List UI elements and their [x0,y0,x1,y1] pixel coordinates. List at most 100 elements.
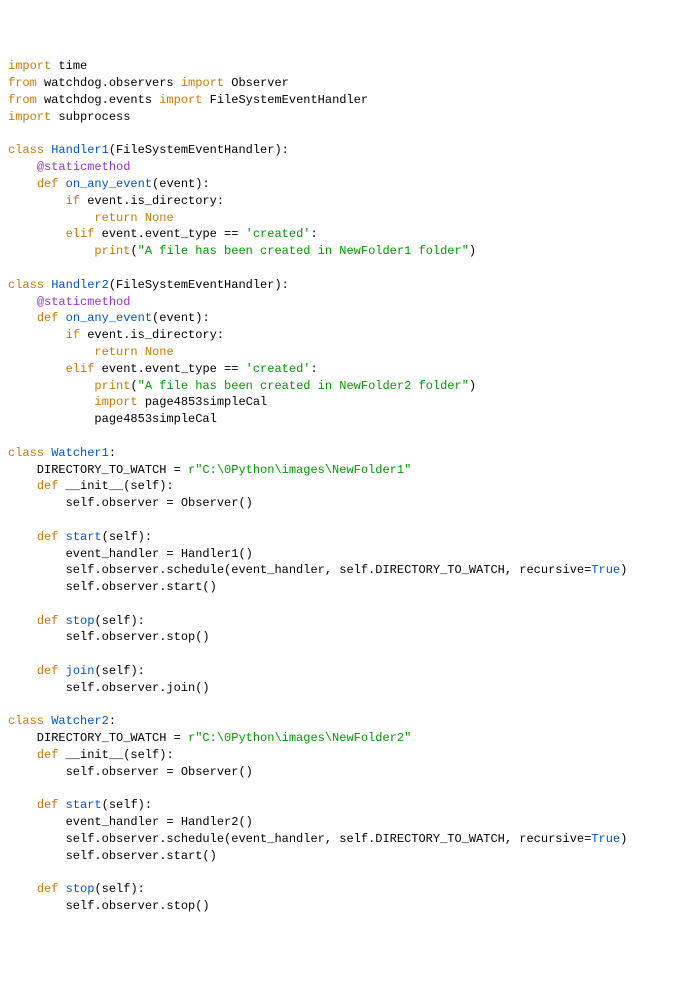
code-token [8,160,37,174]
code-line: import page4853simpleCal [8,394,680,411]
code-token: page4853simpleCal [138,395,268,409]
code-token: (FileSystemEventHandler): [109,278,289,292]
code-token: elif [66,362,95,376]
code-line: return None [8,210,680,227]
code-line: def stop(self): [8,881,680,898]
code-token: def [37,530,59,544]
code-line: self.observer.start() [8,848,680,865]
code-token: (self): [94,614,144,628]
code-token: @staticmethod [37,160,131,174]
code-token: event_handler = Handler2() [8,815,253,829]
code-token: subprocess [51,110,130,124]
code-line: class Watcher1: [8,445,680,462]
code-token [138,345,145,359]
code-token: def [37,311,59,325]
code-token: (event): [152,177,210,191]
code-line [8,512,680,529]
code-token: print [94,379,130,393]
code-token [8,530,37,544]
code-token: ) [620,563,627,577]
code-token: class [8,714,44,728]
code-line: @staticmethod [8,159,680,176]
code-line: print("A file has been created in NewFol… [8,243,680,260]
code-token: import [181,76,224,90]
code-token [58,798,65,812]
code-token: self.observer.start() [8,849,217,863]
code-block: import timefrom watchdog.observers impor… [8,58,680,915]
code-token: stop [66,614,95,628]
code-token: Watcher1 [51,446,109,460]
code-line: def stop(self): [8,613,680,630]
code-token: return [94,345,137,359]
code-token [8,395,94,409]
code-line: self.observer.stop() [8,898,680,915]
code-token: : [310,362,317,376]
code-line: if event.is_directory: [8,193,680,210]
code-line: event_handler = Handler2() [8,814,680,831]
code-token: watchdog.observers [37,76,181,90]
code-token: stop [66,882,95,896]
code-line [8,865,680,882]
code-token: on_any_event [66,311,152,325]
code-token: import [8,59,51,73]
code-line: self.observer = Observer() [8,495,680,512]
code-line: elif event.event_type == 'created': [8,226,680,243]
code-line: event_handler = Handler1() [8,546,680,563]
code-token [8,882,37,896]
code-token: Observer [224,76,289,90]
code-token: @staticmethod [37,295,131,309]
code-token [58,882,65,896]
code-token: : [310,227,317,241]
code-line: import subprocess [8,109,680,126]
code-token: : [109,446,116,460]
code-line: DIRECTORY_TO_WATCH = r"C:\0Python\images… [8,462,680,479]
code-line: return None [8,344,680,361]
code-token: start [66,798,102,812]
code-token: ) [620,832,627,846]
code-token: self.observer.stop() [8,899,210,913]
code-token: Handler2 [51,278,109,292]
code-token [8,328,66,342]
code-token: def [37,177,59,191]
code-token: True [591,563,620,577]
code-token [58,177,65,191]
code-token: class [8,143,44,157]
code-token: self.observer.schedule(event_handler, se… [8,563,591,577]
code-line: def on_any_event(event): [8,310,680,327]
code-token: return [94,211,137,225]
code-token: if [66,328,80,342]
code-token: self.observer.start() [8,580,217,594]
code-token: from [8,76,37,90]
code-token: r"C:\0Python\images\NewFolder1" [188,463,411,477]
code-line: print("A file has been created in NewFol… [8,378,680,395]
code-line: self.observer.schedule(event_handler, se… [8,831,680,848]
code-token: def [37,664,59,678]
code-line: self.observer.start() [8,579,680,596]
code-token: "A file has been created in NewFolder2 f… [138,379,469,393]
code-token: Watcher2 [51,714,109,728]
code-token: import [8,110,51,124]
code-line: class Watcher2: [8,713,680,730]
code-token: r"C:\0Python\images\NewFolder2" [188,731,411,745]
code-token: page4853simpleCal [8,412,217,426]
code-line: import time [8,58,680,75]
code-token: (self): [94,882,144,896]
code-token [8,479,37,493]
code-line: @staticmethod [8,294,680,311]
code-token: if [66,194,80,208]
code-token: class [8,446,44,460]
code-token [58,530,65,544]
code-token: True [591,832,620,846]
code-line: def start(self): [8,797,680,814]
code-token: import [94,395,137,409]
code-line [8,596,680,613]
code-token [8,177,37,191]
code-token [8,798,37,812]
code-token: DIRECTORY_TO_WATCH = [8,463,188,477]
code-line: def __init__(self): [8,478,680,495]
code-token [8,379,94,393]
code-token: (event): [152,311,210,325]
code-line: DIRECTORY_TO_WATCH = r"C:\0Python\images… [8,730,680,747]
code-token: self.observer = Observer() [8,765,253,779]
code-token: __init__(self): [58,479,173,493]
